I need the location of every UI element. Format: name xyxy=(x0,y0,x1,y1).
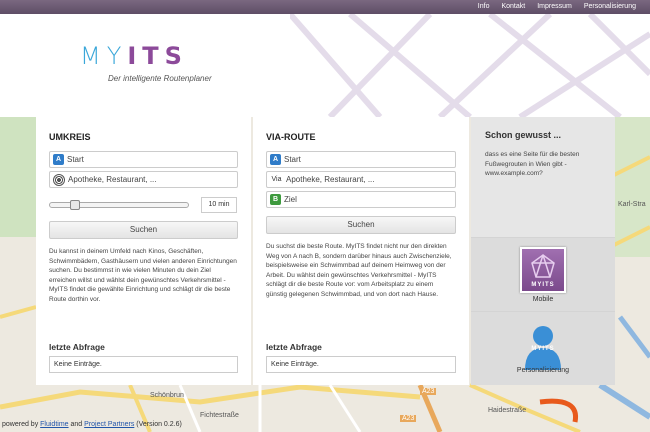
umkreis-title: UMKREIS xyxy=(49,132,91,142)
slider-handle[interactable] xyxy=(69,200,80,210)
via-target-text: Ziel xyxy=(284,195,297,204)
personalization-label: Personalisierung xyxy=(516,366,570,374)
via-search-button[interactable]: Suchen xyxy=(266,216,456,234)
map-label: A23 xyxy=(400,415,417,422)
nav-contact-link[interactable]: Kontakt xyxy=(495,0,531,14)
via-start-text: Start xyxy=(284,155,301,164)
mobile-label: Mobile xyxy=(532,295,554,303)
target-icon xyxy=(53,173,65,186)
map-label: Schönbrun xyxy=(150,392,184,399)
start-marker-icon: A xyxy=(53,154,64,165)
tip-text: dass es eine Seite für die besten Fußweg… xyxy=(485,151,580,177)
umkreis-search-button[interactable]: Suchen xyxy=(49,221,238,239)
mobile-logo-text: MYITS xyxy=(531,281,555,288)
footer-and: and xyxy=(70,421,83,428)
side-panel: Schon gewusst ... dass es eine Seite für… xyxy=(471,117,615,385)
mobile-tile[interactable]: MYITS Mobile xyxy=(471,237,615,311)
umkreis-poi-field[interactable]: Apotheke, Restaurant, ... xyxy=(49,171,238,188)
mobile-app-icon: MYITS xyxy=(520,246,566,293)
nav-info-link[interactable]: Info xyxy=(472,0,496,14)
tip-box: Schon gewusst ... dass es eine Seite für… xyxy=(471,117,615,237)
header-decoration xyxy=(290,14,650,117)
user-logo-text: MYITS xyxy=(531,345,555,352)
via-description: Du suchst die beste Route. MyITS findet … xyxy=(266,243,452,298)
via-target-field[interactable]: B Ziel xyxy=(266,191,456,208)
personalization-tile[interactable]: MYITS Personalisierung xyxy=(471,311,615,385)
footer: powered by Fluidtime and Project Partner… xyxy=(2,421,182,428)
umkreis-last-title: letzte Abfrage xyxy=(49,342,105,352)
via-poi-text: Apotheke, Restaurant, ... xyxy=(286,175,375,184)
top-bar: Info Kontakt Impressum Personalisierung xyxy=(0,0,650,14)
logo-tagline: Der intelligente Routenplaner xyxy=(108,74,212,83)
umkreis-last-value: Keine Einträge. xyxy=(49,356,238,373)
map-label: Haidestraße xyxy=(488,407,527,414)
via-title: VIA-ROUTE xyxy=(266,132,316,142)
umkreis-description: Du kannst in deinem Umfeld nach Kinos, G… xyxy=(49,248,237,303)
map-label: Fichtestraße xyxy=(200,412,239,419)
time-slider-row: 10 min xyxy=(49,197,238,213)
start-marker-icon: A xyxy=(270,154,281,165)
top-nav: Info Kontakt Impressum Personalisierung xyxy=(472,0,642,14)
via-start-field[interactable]: A Start xyxy=(266,151,456,168)
logo[interactable]: MYITS xyxy=(80,42,188,70)
nav-imprint-link[interactable]: Impressum xyxy=(531,0,578,14)
nav-personalization-link[interactable]: Personalisierung xyxy=(578,0,642,14)
via-poi-field[interactable]: Via Apotheke, Restaurant, ... xyxy=(266,171,456,188)
header: MYITS Der intelligente Routenplaner xyxy=(0,14,650,117)
footer-prefix: powered by xyxy=(2,421,39,428)
end-marker-icon: B xyxy=(270,194,281,205)
logo-my: MY xyxy=(80,42,128,70)
time-slider[interactable] xyxy=(49,200,189,210)
fluidtime-link[interactable]: Fluidtime xyxy=(40,421,68,428)
via-last-title: letzte Abfrage xyxy=(266,342,322,352)
logo-its: ITS xyxy=(127,42,188,70)
via-label: Via xyxy=(271,176,282,183)
via-last-query: letzte Abfrage Keine Einträge. xyxy=(266,342,456,373)
map-label: Karl-Stra xyxy=(618,201,646,208)
partners-link[interactable]: Project Partners xyxy=(84,421,134,428)
umkreis-start-field[interactable]: A Start xyxy=(49,151,238,168)
minutes-box[interactable]: 10 min xyxy=(201,197,237,213)
umkreis-start-text: Start xyxy=(67,155,84,164)
umkreis-poi-text: Apotheke, Restaurant, ... xyxy=(68,175,157,184)
via-panel: VIA-ROUTE A Start Via Apotheke, Restaura… xyxy=(253,117,469,385)
map-label: A23 xyxy=(420,388,437,395)
via-last-value: Keine Einträge. xyxy=(266,356,456,373)
footer-version: (Version 0.2.6) xyxy=(136,421,182,428)
umkreis-last-query: letzte Abfrage Keine Einträge. xyxy=(49,342,238,373)
tip-title: Schon gewusst ... xyxy=(485,130,562,140)
umkreis-panel: UMKREIS A Start Apotheke, Restaurant, ..… xyxy=(36,117,251,385)
